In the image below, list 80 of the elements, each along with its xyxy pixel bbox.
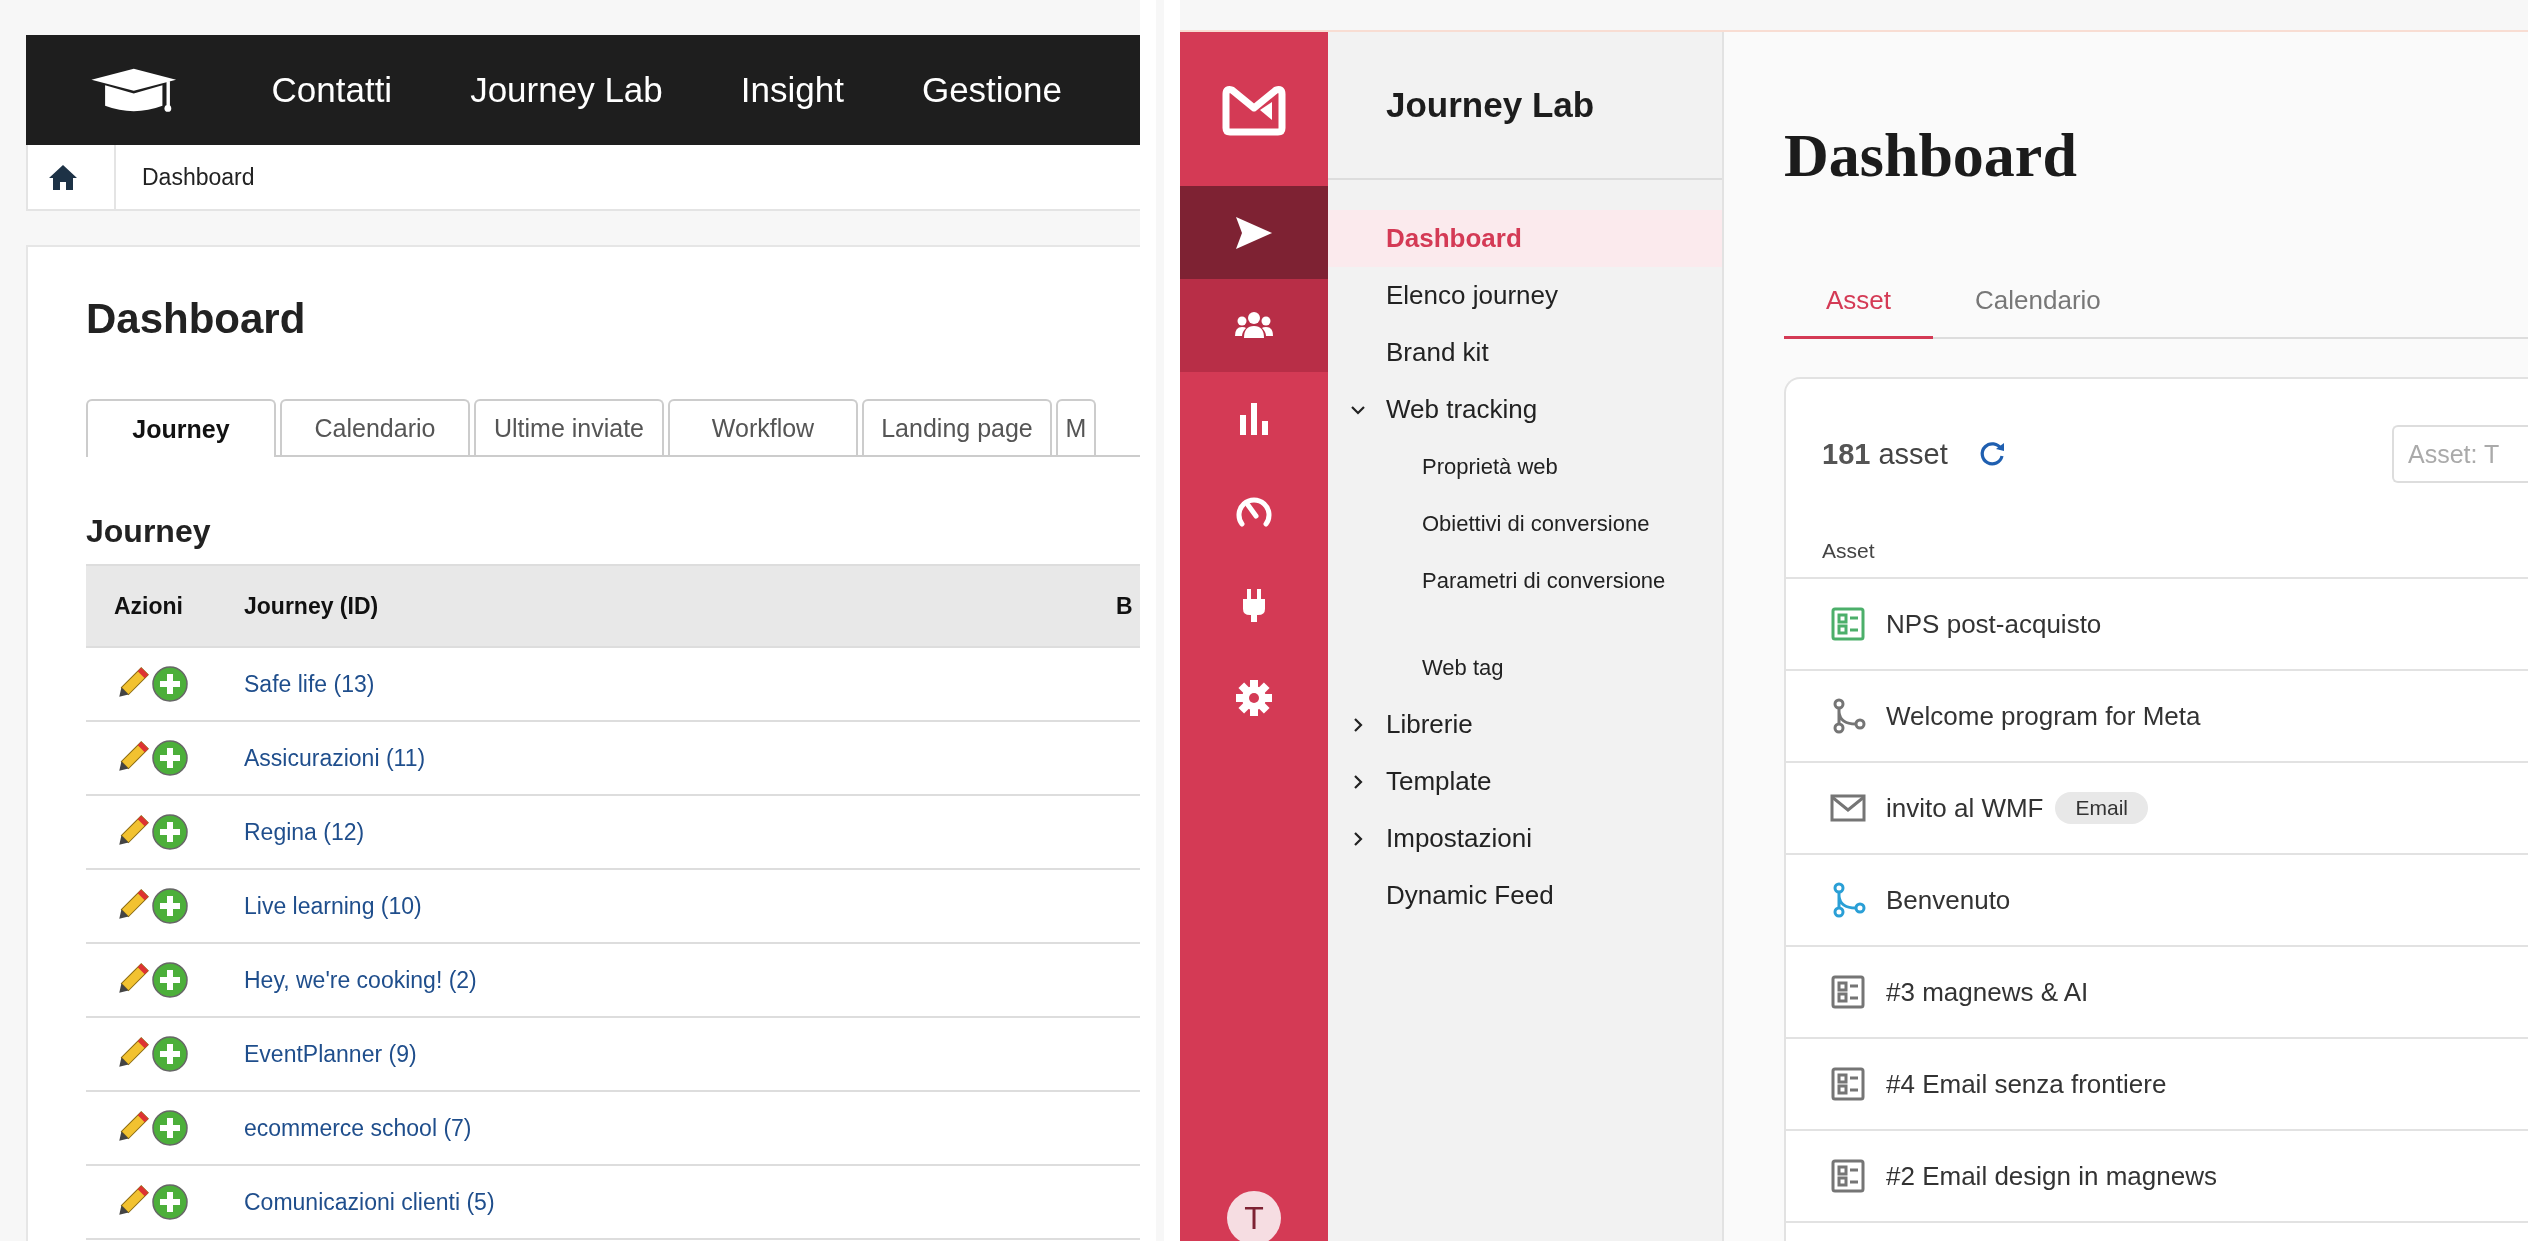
tab[interactable]: Landing page — [862, 399, 1052, 455]
asset-row[interactable]: #2 Email design in magnews — [1786, 1131, 2528, 1223]
add-button[interactable] — [152, 814, 188, 850]
nav-link[interactable]: Gestione — [921, 70, 1062, 110]
sidebar-item[interactable]: Template — [1328, 753, 1722, 810]
column-header: Journey (ID) — [243, 565, 1116, 647]
nav-link[interactable]: Journey Lab — [470, 70, 663, 110]
sidebar-subitem[interactable]: Proprietà web — [1328, 438, 1722, 495]
column-header: Azioni — [86, 565, 243, 647]
add-button[interactable] — [152, 888, 188, 924]
rail-item[interactable] — [1180, 186, 1328, 279]
sidebar-subitem[interactable]: Obiettivi di conversione — [1328, 495, 1722, 552]
plus-circle-icon — [152, 1110, 188, 1146]
tab[interactable]: Journey — [86, 399, 276, 457]
breadcrumb-item[interactable]: Dashboard — [114, 145, 255, 209]
asset-name: #3 magnews & AI — [1886, 976, 2089, 1008]
column-header: Asset — [1786, 529, 2528, 579]
tab[interactable]: Asset — [1784, 265, 1934, 339]
journey-link[interactable]: Hey, we're cooking! (2) — [244, 966, 477, 993]
asset-row[interactable]: invito al WMF Email — [1786, 763, 2528, 855]
search-field[interactable]: Asset: T — [2392, 425, 2528, 483]
asset-row[interactable]: NPS post-acquisto — [1786, 579, 2528, 671]
home-icon[interactable] — [48, 163, 78, 191]
plus-circle-icon — [152, 962, 188, 998]
page-title: Dashboard — [1784, 120, 2078, 191]
asset-row[interactable]: Welcome program for Meta — [1786, 671, 2528, 763]
plus-circle-icon — [152, 740, 188, 776]
section-title: Journey — [86, 513, 212, 550]
settings-icon — [1234, 677, 1274, 718]
rail-item[interactable] — [1180, 279, 1328, 372]
add-button[interactable] — [152, 1184, 188, 1220]
tab[interactable]: Calendario — [1933, 265, 2143, 339]
add-button[interactable] — [152, 1036, 188, 1072]
sidebar-item[interactable]: Web tracking — [1328, 381, 1722, 438]
plus-circle-icon — [152, 666, 188, 702]
column-header: B — [1116, 565, 1140, 647]
avatar[interactable]: T — [1227, 1191, 1281, 1241]
journey-link[interactable]: Live learning (10) — [244, 892, 422, 919]
journey-link[interactable]: ecommerce school (7) — [244, 1114, 472, 1141]
add-button[interactable] — [152, 740, 188, 776]
sidebar-item[interactable]: Librerie — [1328, 696, 1722, 753]
logo-icon[interactable] — [1220, 84, 1288, 136]
sidebar-subitem[interactable]: Parametri di conversione — [1328, 552, 1722, 609]
asset-name: Benvenuto — [1886, 884, 2011, 916]
journey-link[interactable]: EventPlanner (9) — [244, 1040, 417, 1067]
asset-count: 181 asset — [1822, 437, 1948, 471]
asset-row[interactable]: #4 Email senza frontiere — [1786, 1039, 2528, 1131]
nav-link[interactable]: Contatti — [271, 70, 393, 110]
asset-name: NPS post-acquisto — [1886, 608, 2102, 640]
tab[interactable]: Workflow — [668, 399, 858, 455]
journey-link[interactable]: Comunicazioni clienti (5) — [244, 1188, 495, 1215]
asset-name: #4 Email senza frontiere — [1886, 1068, 2167, 1100]
sidebar-item[interactable]: Elenco journey — [1328, 267, 1722, 324]
journey-link[interactable]: Safe life (13) — [244, 670, 375, 697]
asset-name: #2 Email design in magnews — [1886, 1160, 2217, 1192]
plus-circle-icon — [152, 814, 188, 850]
sidebar-item[interactable]: Dashboard — [1328, 210, 1722, 267]
sidebar-item[interactable]: Brand kit — [1328, 324, 1722, 381]
add-button[interactable] — [152, 962, 188, 998]
journey-link[interactable]: Regina (12) — [244, 818, 365, 845]
page-title: Dashboard — [86, 295, 307, 343]
tab[interactable]: M — [1056, 399, 1096, 455]
add-button[interactable] — [152, 666, 188, 702]
tab[interactable]: Ultime inviate — [474, 399, 664, 455]
sidebar-item[interactable]: Impostazioni — [1328, 810, 1722, 867]
sidebar-title: Journey Lab — [1328, 32, 1722, 180]
sidebar-item[interactable]: Dynamic Feed — [1328, 867, 1722, 924]
sidebar-subitem[interactable]: Web tag — [1328, 639, 1722, 696]
plus-circle-icon — [152, 1036, 188, 1072]
tab[interactable]: Calendario — [280, 399, 470, 455]
nav-link[interactable]: Insight — [740, 70, 844, 110]
add-button[interactable] — [152, 1110, 188, 1146]
plus-circle-icon — [152, 1184, 188, 1220]
plus-circle-icon — [152, 888, 188, 924]
asset-row[interactable]: #3 magnews & AI — [1786, 947, 2528, 1039]
journey-link[interactable]: Assicurazioni (11) — [244, 744, 426, 771]
asset-row[interactable]: Benvenuto — [1786, 855, 2528, 947]
asset-name: invito al WMF — [1886, 792, 2044, 824]
type-badge: Email — [2055, 792, 2148, 824]
asset-name: Welcome program for Meta — [1886, 700, 2201, 732]
